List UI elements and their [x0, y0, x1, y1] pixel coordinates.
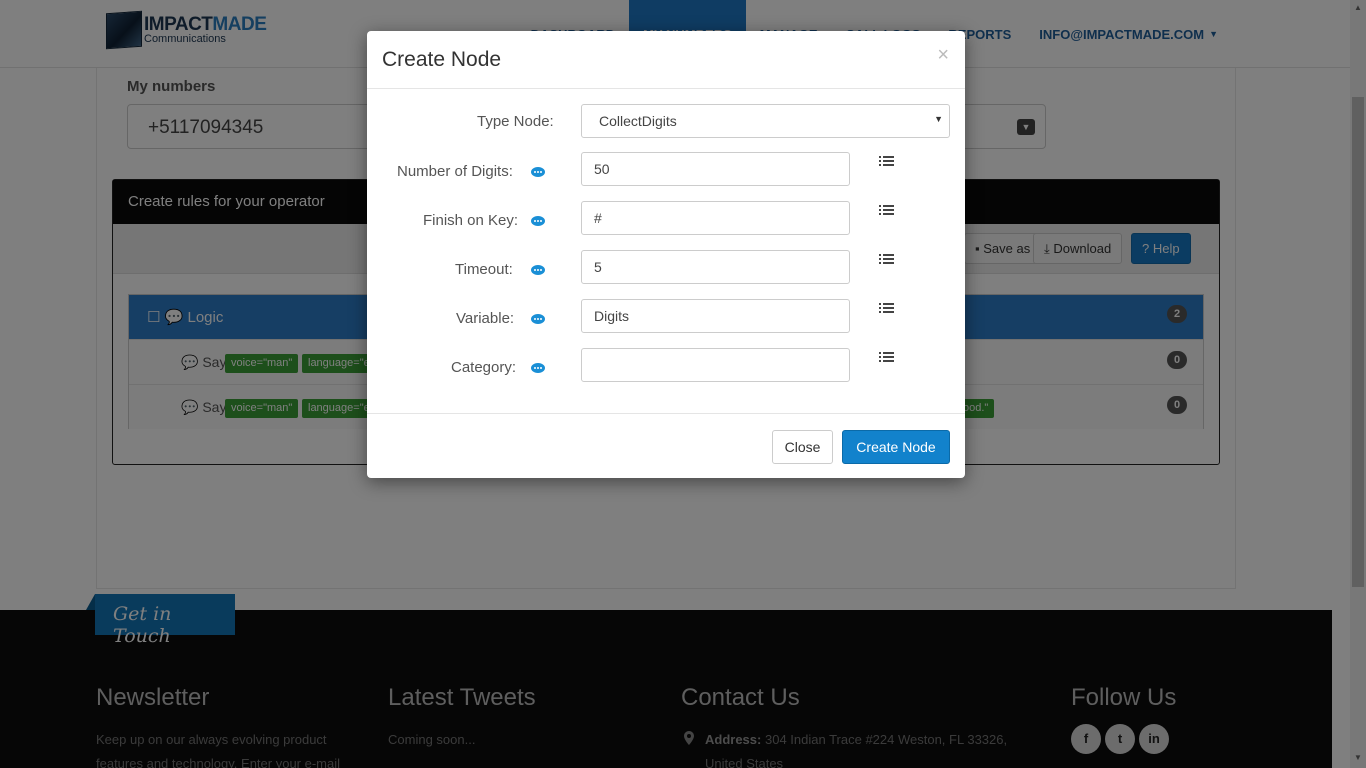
finish-key-label: Finish on Key: — [423, 212, 519, 229]
comment-icon[interactable] — [531, 265, 545, 276]
create-node-button[interactable]: Create Node — [842, 430, 950, 464]
type-node-value: CollectDigits — [599, 113, 677, 129]
finish-key-input[interactable]: # — [581, 201, 850, 235]
create-node-modal: Create Node × Type Node: CollectDigits ▼… — [367, 31, 965, 478]
modal-title: Create Node — [382, 48, 502, 71]
comment-icon[interactable] — [531, 314, 545, 325]
list-icon[interactable] — [879, 303, 894, 316]
close-button[interactable]: Close — [772, 430, 833, 464]
num-digits-input[interactable]: 50 — [581, 152, 850, 186]
comment-icon[interactable] — [531, 216, 545, 227]
list-icon[interactable] — [879, 254, 894, 267]
num-digits-label: Number of Digits: — [397, 163, 513, 180]
list-icon[interactable] — [879, 352, 894, 365]
modal-body: Type Node: CollectDigits ▼ Number of Dig… — [367, 89, 965, 414]
comment-icon[interactable] — [531, 167, 545, 178]
timeout-input[interactable]: 5 — [581, 250, 850, 284]
type-node-label: Type Node: — [477, 113, 554, 130]
timeout-label: Timeout: — [455, 261, 513, 278]
category-input[interactable] — [581, 348, 850, 382]
chevron-down-icon: ▼ — [934, 114, 943, 124]
category-label: Category: — [451, 359, 517, 376]
type-node-select[interactable]: CollectDigits ▼ — [581, 104, 950, 138]
list-icon[interactable] — [879, 156, 894, 169]
list-icon[interactable] — [879, 205, 894, 218]
comment-icon[interactable] — [531, 363, 545, 374]
close-icon[interactable]: × — [937, 44, 949, 67]
variable-label: Variable: — [456, 310, 515, 327]
modal-footer: Close Create Node — [367, 414, 965, 477]
variable-input[interactable]: Digits — [581, 299, 850, 333]
modal-header: Create Node × — [367, 31, 965, 89]
